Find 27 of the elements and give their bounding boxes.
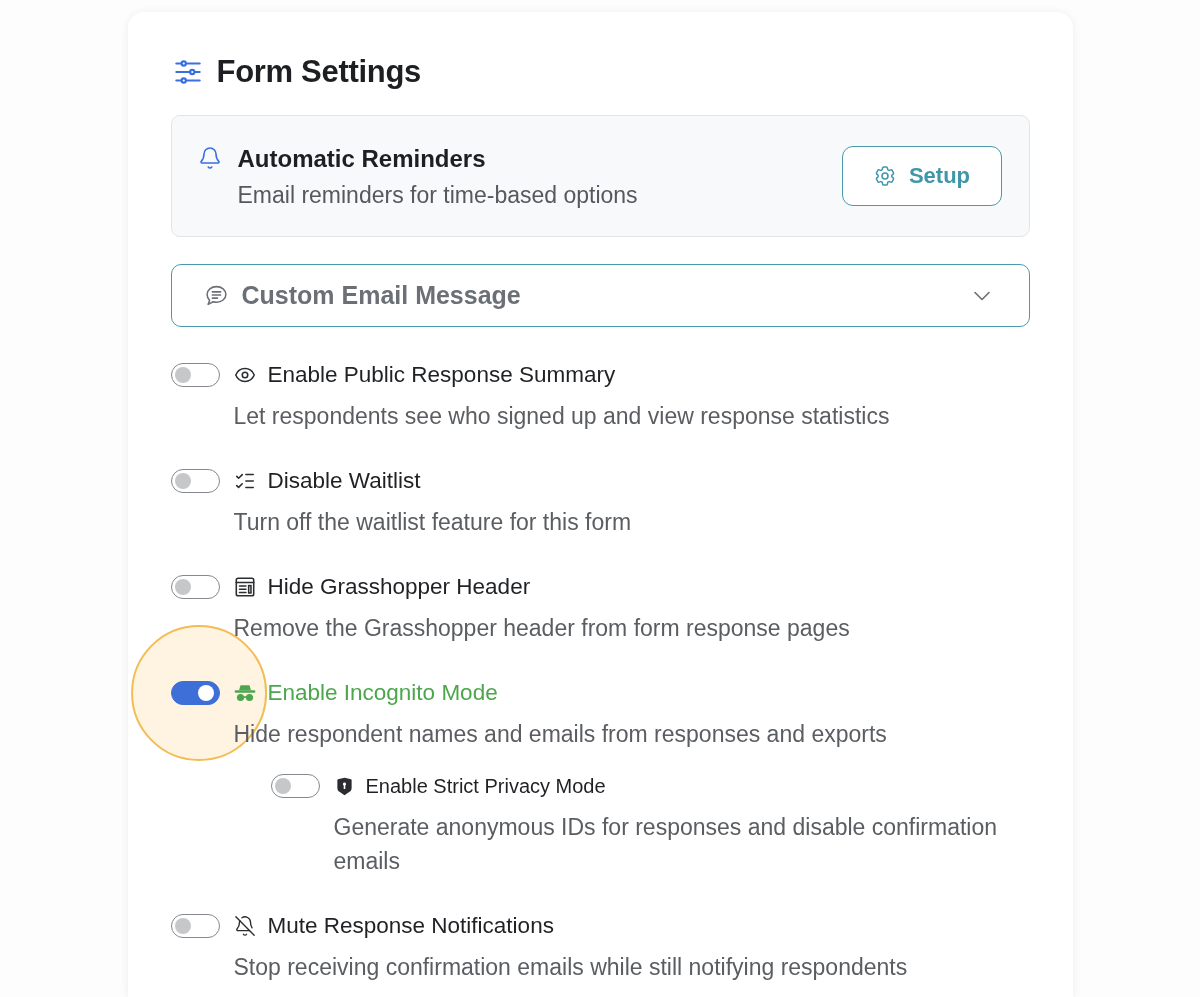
setting-label: Enable Strict Privacy Mode (365, 774, 606, 798)
toggle-switch[interactable] (270, 774, 320, 798)
toggle-switch[interactable] (170, 469, 220, 493)
reminder-title: Automatic Reminders (237, 144, 487, 174)
setting-label: Hide Grasshopper Header (267, 574, 531, 600)
setting-description: Let respondents see who signed up and view response statistics (232, 402, 891, 431)
setting-label: Enable Incognito Mode (267, 680, 498, 706)
setting-label: Mute Response Notifications (267, 913, 554, 939)
toggle-switch[interactable] (170, 575, 220, 599)
toggle-switch[interactable] (170, 914, 220, 938)
chat-bubble-icon (203, 283, 229, 308)
setup-button[interactable]: Setup (841, 146, 1002, 206)
setting-description: Turn off the waitlist feature for this form (232, 508, 633, 537)
setting-description: Stop receiving confirmation emails while still notifying respondents (232, 953, 909, 982)
page-layout-icon (233, 576, 256, 598)
bell-icon (197, 146, 222, 170)
reminder-subtitle: Email reminders for time-based options (237, 181, 638, 210)
setting-description: Remove the Grasshopper header from form response pages (232, 614, 851, 643)
setting-description: Generate anonymous IDs for responses and disable confirmation emails (332, 813, 999, 876)
page-title: Form Settings (216, 54, 421, 90)
setting-label: Disable Waitlist (267, 468, 421, 494)
bell-off-icon (233, 915, 256, 937)
setting-label: Enable Public Response Summary (267, 362, 616, 388)
email-message-dropdown[interactable]: Custom Email Message (170, 264, 1030, 327)
toggle-switch[interactable] (170, 363, 220, 387)
shield-keyhole-icon (334, 776, 354, 796)
spy-icon (233, 684, 256, 702)
